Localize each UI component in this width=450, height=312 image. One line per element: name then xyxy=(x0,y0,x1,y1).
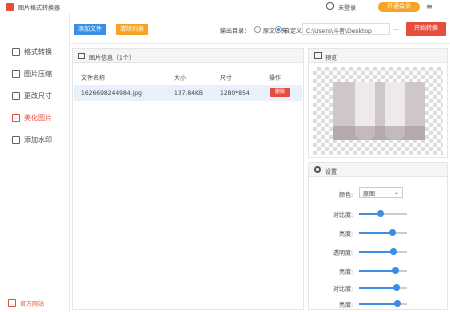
gear-icon xyxy=(314,166,321,173)
settings-title: 设置 xyxy=(325,169,338,176)
sidebar-item-beautify[interactable]: 美化图片 xyxy=(12,112,68,124)
file-list-title: 图片信息（1个） xyxy=(89,55,135,62)
sidebar-item-format-convert[interactable]: 格式转换 xyxy=(12,46,68,58)
title-bar: 图片格式转换器 未登录 开通会员 ≡ xyxy=(0,0,450,14)
preview-canvas xyxy=(313,67,443,155)
sidebar-item-label: 美化图片 xyxy=(24,114,52,122)
sidebar-item-label: 更改尺寸 xyxy=(24,92,52,100)
slider-label: 对比度: xyxy=(332,212,353,219)
clear-list-button[interactable]: 清除列表 xyxy=(116,24,148,35)
contrast-slider[interactable] xyxy=(359,210,407,217)
preview-icon xyxy=(314,52,322,59)
color-label: 颜色: xyxy=(338,192,353,199)
brightness-slider-2[interactable] xyxy=(359,267,407,274)
home-icon xyxy=(8,299,16,307)
start-convert-button[interactable]: 开始转换 xyxy=(406,22,446,36)
official-site-label: 官方网站 xyxy=(20,301,45,308)
sidebar-item-label: 图片压缩 xyxy=(24,70,52,78)
radio-source-folder[interactable] xyxy=(254,26,261,33)
chevron-down-icon: ⌄ xyxy=(393,189,399,196)
table-row[interactable]: 1626698244984.jpg 137.84KB 1280*854 删除 xyxy=(74,85,302,101)
image-icon xyxy=(78,53,85,59)
contrast-slider-2[interactable] xyxy=(359,284,407,291)
column-header: 尺寸 xyxy=(220,75,233,82)
column-header: 操作 xyxy=(269,75,282,82)
beautify-icon xyxy=(12,114,20,122)
file-dims-cell: 1280*854 xyxy=(220,90,250,97)
browse-button[interactable]: ... xyxy=(392,23,400,35)
preview-panel: 预览 xyxy=(308,48,448,158)
sidebar-item-watermark[interactable]: 添加水印 xyxy=(12,134,68,146)
opacity-slider[interactable] xyxy=(359,248,407,255)
compress-icon xyxy=(12,70,20,78)
sidebar-item-compress[interactable]: 图片压缩 xyxy=(12,68,68,80)
delete-button[interactable]: 删除 xyxy=(270,88,290,97)
file-name-cell: 1626698244984.jpg xyxy=(81,90,142,97)
toolbar: 添加文件 清除列表 输出目录： 原文件夹 自定义 C:\Users\斗者\Des… xyxy=(70,14,450,44)
slider-label: 对比度: xyxy=(332,286,353,293)
app-title: 图片格式转换器 xyxy=(18,5,61,12)
brightness-slider[interactable] xyxy=(359,229,407,236)
color-select[interactable]: 原图 ⌄ xyxy=(359,187,403,198)
slider-label: 亮度: xyxy=(338,231,353,238)
slider-knob[interactable] xyxy=(393,300,401,307)
brightness-slider-3[interactable] xyxy=(359,300,407,307)
file-list-header: 图片信息（1个） xyxy=(73,49,303,63)
slider-label: 亮度: xyxy=(338,269,353,276)
convert-icon xyxy=(12,48,20,56)
app-logo-icon xyxy=(6,3,14,11)
vip-button[interactable]: 开通会员 xyxy=(378,2,420,12)
official-site-link[interactable]: 官方网站 xyxy=(0,280,69,312)
settings-header: 设置 xyxy=(309,163,447,177)
slider-label: 透明度: xyxy=(332,250,353,257)
slider-label: 亮度: xyxy=(338,302,353,309)
slider-knob[interactable] xyxy=(391,267,399,274)
column-header: 大小 xyxy=(174,75,187,82)
file-list-panel: 图片信息（1个） 文件名称 大小 尺寸 操作 1626698244984.jpg… xyxy=(72,48,304,310)
login-link[interactable]: 未登录 xyxy=(338,3,356,12)
slider-knob[interactable] xyxy=(390,248,398,255)
watermark-icon xyxy=(12,136,20,144)
output-path-field[interactable]: C:\Users\斗者\Desktop xyxy=(302,23,390,35)
user-icon[interactable] xyxy=(326,2,334,10)
slider-knob[interactable] xyxy=(389,229,397,236)
radio-custom[interactable] xyxy=(275,26,282,33)
preview-title: 预览 xyxy=(325,55,338,62)
sidebar-item-label: 添加水印 xyxy=(24,136,52,144)
add-file-button[interactable]: 添加文件 xyxy=(74,24,106,35)
sidebar-item-label: 格式转换 xyxy=(24,48,52,56)
color-select-value: 原图 xyxy=(363,191,376,198)
slider-knob[interactable] xyxy=(392,284,400,291)
resize-icon xyxy=(12,92,20,100)
output-dir-label: 输出目录： xyxy=(220,28,251,35)
radio-custom-label: 自定义 xyxy=(284,28,303,35)
preview-image xyxy=(333,82,425,140)
sidebar: 格式转换 图片压缩 更改尺寸 美化图片 添加水印 xyxy=(0,14,70,312)
column-header: 文件名称 xyxy=(81,75,106,82)
sidebar-item-resize[interactable]: 更改尺寸 xyxy=(12,90,68,102)
menu-icon[interactable]: ≡ xyxy=(426,2,433,11)
preview-header: 预览 xyxy=(309,49,447,63)
settings-panel: 设置 颜色: 原图 ⌄ 对比度: 亮度: 透明度: 亮度: 对比度: 亮度: xyxy=(308,162,448,310)
file-size-cell: 137.84KB xyxy=(174,90,204,97)
slider-knob[interactable] xyxy=(377,210,385,217)
